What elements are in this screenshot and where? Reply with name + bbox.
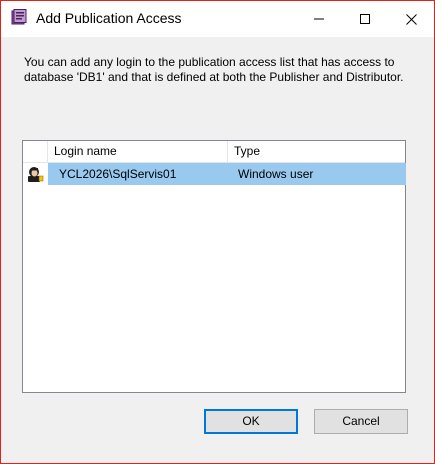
login-name-cell: YCL2026\SqlServis01	[59, 167, 177, 181]
header-icon-column[interactable]	[23, 141, 48, 162]
login-list[interactable]: Login name Type YCL2026\SqlServis01 Wind…	[22, 140, 406, 393]
user-login-icon	[26, 165, 44, 183]
list-header: Login name Type	[23, 141, 405, 163]
app-icon	[11, 9, 27, 25]
title-bar[interactable]: Add Publication Access	[1, 1, 434, 37]
list-row[interactable]: YCL2026\SqlServis01 Windows user	[23, 163, 406, 185]
minimize-icon	[314, 18, 324, 20]
close-button[interactable]	[388, 1, 434, 37]
window-title: Add Publication Access	[36, 10, 182, 26]
ok-button[interactable]: OK	[204, 409, 298, 434]
maximize-icon	[360, 14, 370, 24]
description-text: You can add any login to the publication…	[24, 55, 404, 84]
minimize-button[interactable]	[296, 1, 342, 37]
cancel-button[interactable]: Cancel	[314, 409, 408, 434]
header-type[interactable]: Type	[228, 141, 405, 162]
add-publication-access-dialog: Add Publication Access You can add any l…	[0, 0, 435, 464]
header-login-name[interactable]: Login name	[48, 141, 228, 162]
close-icon	[405, 13, 417, 25]
type-cell: Windows user	[238, 167, 314, 181]
maximize-button[interactable]	[342, 1, 388, 37]
